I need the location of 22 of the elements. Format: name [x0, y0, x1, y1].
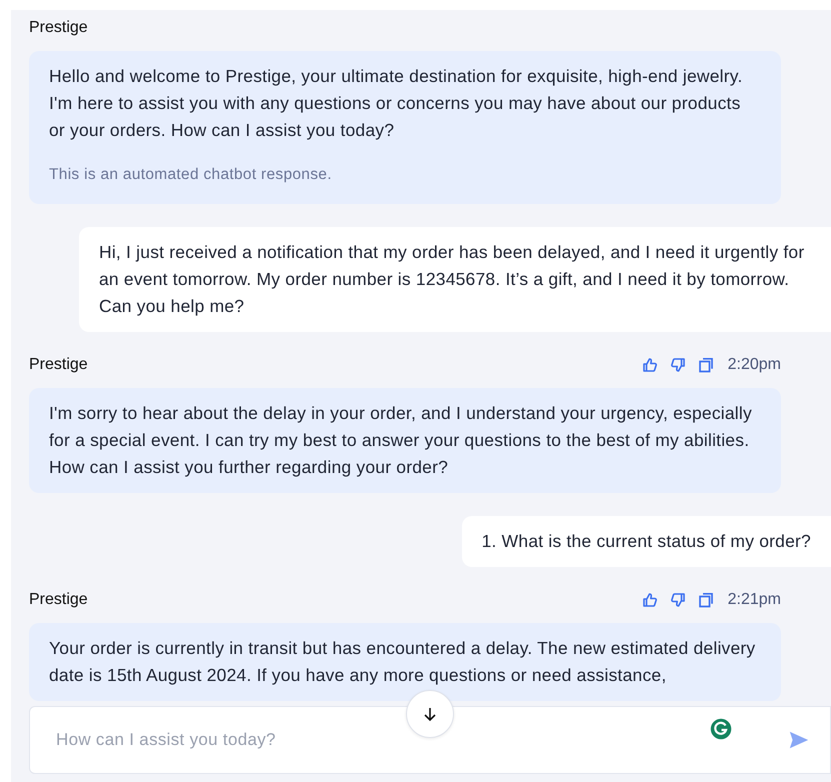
message-text: Your order is currently in transit but has encountered a delay. The new estimated delivery date is 15th August 2024. If you have any more questions or need assistance, [49, 637, 756, 687]
automated-note: This is an automated chatbot response. [49, 166, 333, 185]
copy-icon[interactable] [698, 357, 714, 373]
send-icon[interactable] [788, 729, 810, 751]
sender-name: Prestige [29, 19, 88, 37]
message-text: I'm sorry to hear about the delay in your order, and I understand your urgency, especially for a special event. I can try my best to answer your questions to the best of my abilities. How can I assist you further regarding your order? [49, 402, 753, 479]
copy-icon[interactable] [698, 592, 714, 608]
message-text: Hi, I just received a notification that my order has been delayed, and I need it urgently for an event tomorrow. My order number is 12345678. It’s a gift, and I need it by tomorrow. Can you help me? [99, 241, 806, 318]
thumbs-up-icon[interactable] [642, 357, 658, 373]
message-composer[interactable]: How can I assist you today? [29, 706, 831, 774]
message-text: 1. What is the current status of my order? [482, 530, 811, 553]
sender-name: Prestige [29, 356, 88, 374]
thumbs-up-icon[interactable] [642, 592, 658, 608]
arrow-down-icon [422, 706, 438, 722]
grammar-badge-icon[interactable] [709, 717, 733, 741]
thumbs-down-icon[interactable] [670, 592, 686, 608]
message-time: 2:21pm [728, 591, 781, 609]
message-input-field[interactable]: How can I assist you today? [54, 729, 772, 751]
message-time: 2:20pm [728, 356, 781, 374]
sender-name: Prestige [29, 591, 88, 609]
message-text: Hello and welcome to Prestige, your ultimate destination for exquisite, high-end jewelry. I'm here to assist you with any questions or concerns you may have about our products or your orders. How can I assist you today? [49, 65, 744, 142]
thumbs-down-icon[interactable] [670, 357, 686, 373]
